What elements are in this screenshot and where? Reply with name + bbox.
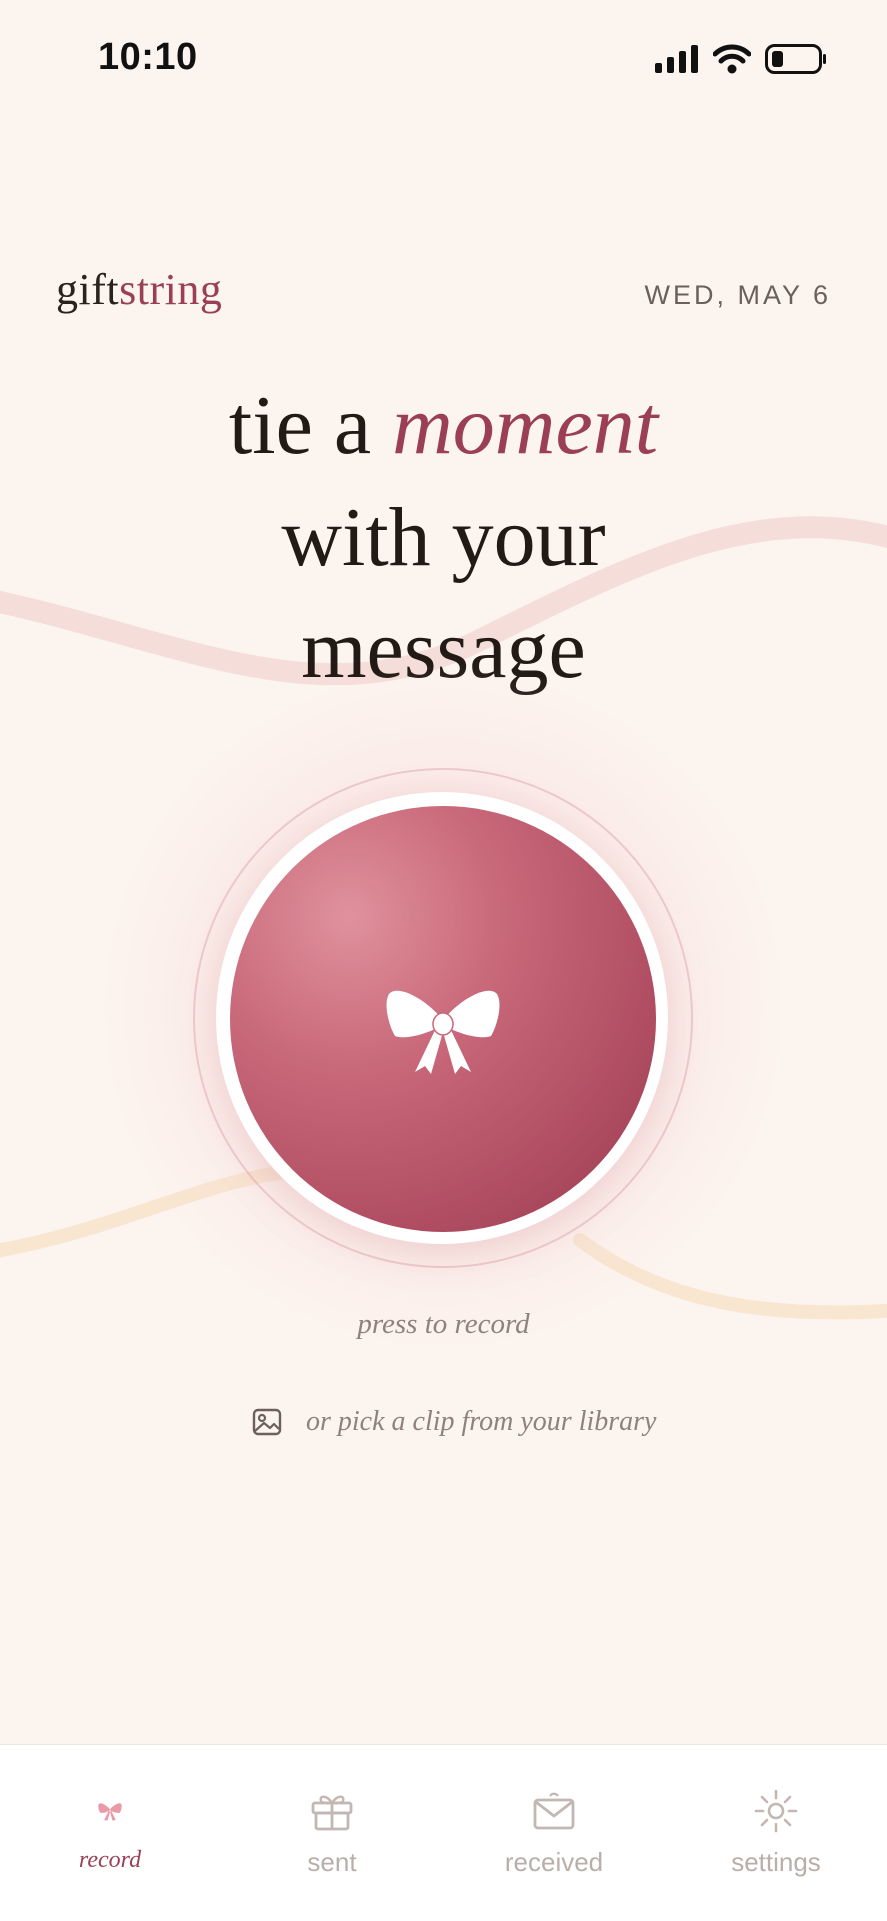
bow-icon: [98, 1803, 122, 1821]
status-icons: [655, 42, 827, 76]
bow-icon: [386, 990, 500, 1074]
headline-line1-pre: tie a: [228, 379, 393, 472]
image-icon: [252, 1408, 282, 1436]
gift-icon: [311, 1795, 353, 1831]
sun-icon: [754, 1789, 798, 1833]
mail-icon: [533, 1792, 575, 1830]
tab-received-label: received: [504, 1847, 604, 1877]
pick-from-library-link[interactable]: or pick a clip from your library: [252, 1406, 656, 1438]
tab-settings-label: settings: [731, 1847, 821, 1877]
headline-accent-word: moment: [392, 379, 659, 472]
tab-record[interactable]: record: [10, 1745, 210, 1895]
tab-sent[interactable]: sent: [232, 1745, 432, 1895]
tab-record-label: record: [78, 1847, 142, 1873]
cellular-signal-icon: [655, 45, 698, 73]
wifi-icon: [713, 44, 751, 74]
app-logo: giftstring: [56, 264, 222, 315]
tab-settings[interactable]: settings: [676, 1745, 876, 1895]
logo-part-string: string: [119, 265, 223, 314]
headline: tie a moment with your message: [0, 370, 887, 706]
tab-sent-label: sent: [307, 1847, 357, 1877]
tab-bar: record sent received settings: [0, 1744, 887, 1921]
library-label: or pick a clip from your library: [306, 1406, 657, 1437]
headline-line2: with your: [281, 491, 606, 584]
current-date: WED, MAY 6: [644, 280, 831, 310]
battery-icon: [765, 44, 826, 74]
logo-part-gift: gift: [56, 265, 120, 314]
press-to-record-label: press to record: [357, 1308, 530, 1340]
status-time: 10:10: [98, 36, 198, 78]
tab-received[interactable]: received: [454, 1745, 654, 1895]
